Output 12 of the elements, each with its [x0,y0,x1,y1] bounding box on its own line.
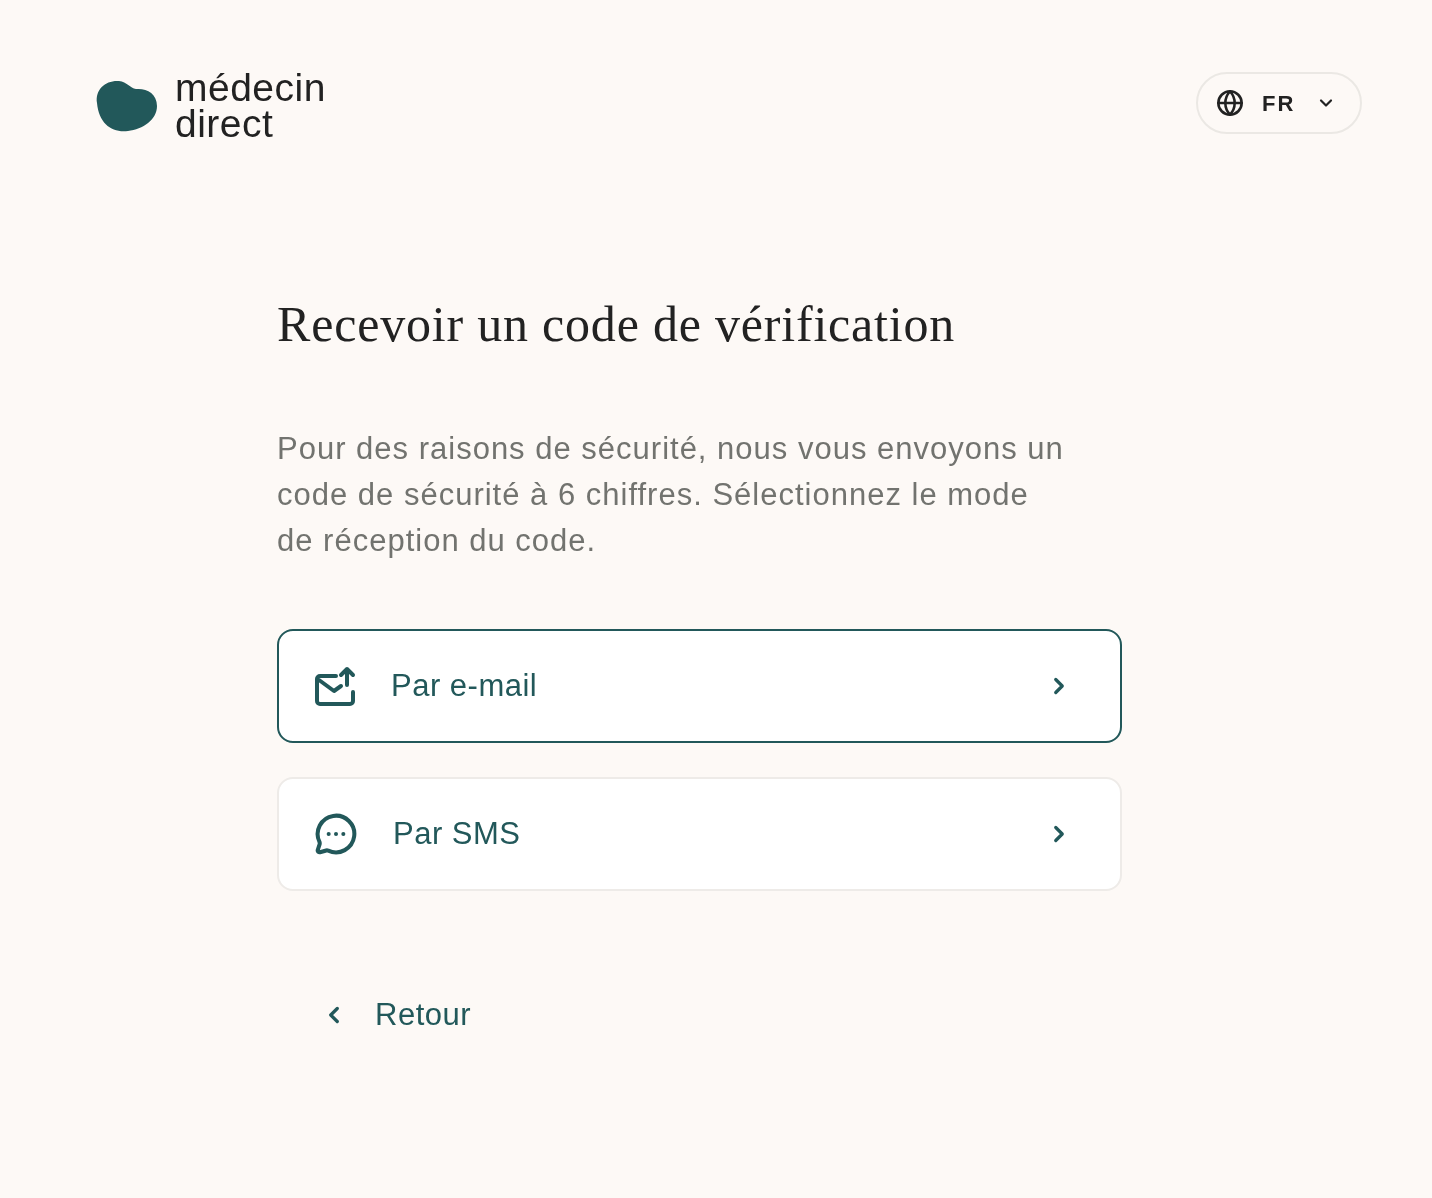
verification-option[interactable]: Par e-mail [277,629,1122,743]
logo-text: médecin [175,70,326,106]
page-title: Recevoir un code de vérification [277,296,957,352]
logo-text: direct [175,106,275,142]
back-link[interactable]: Retour [321,991,472,1039]
verification-option[interactable]: Par SMS [277,777,1122,891]
globe-icon [1216,89,1244,117]
description-text: Pour des raisons de sécurité, nous vous envoyons un code de sécurité à 6 chiffres. Sélectionnez le mode de réception du code. [277,430,1065,560]
language-selector[interactable]: FR [1196,72,1362,134]
logo-blob-icon [94,79,158,133]
envelope-upload-icon [314,666,356,706]
chat-bubble-icon [314,812,358,856]
